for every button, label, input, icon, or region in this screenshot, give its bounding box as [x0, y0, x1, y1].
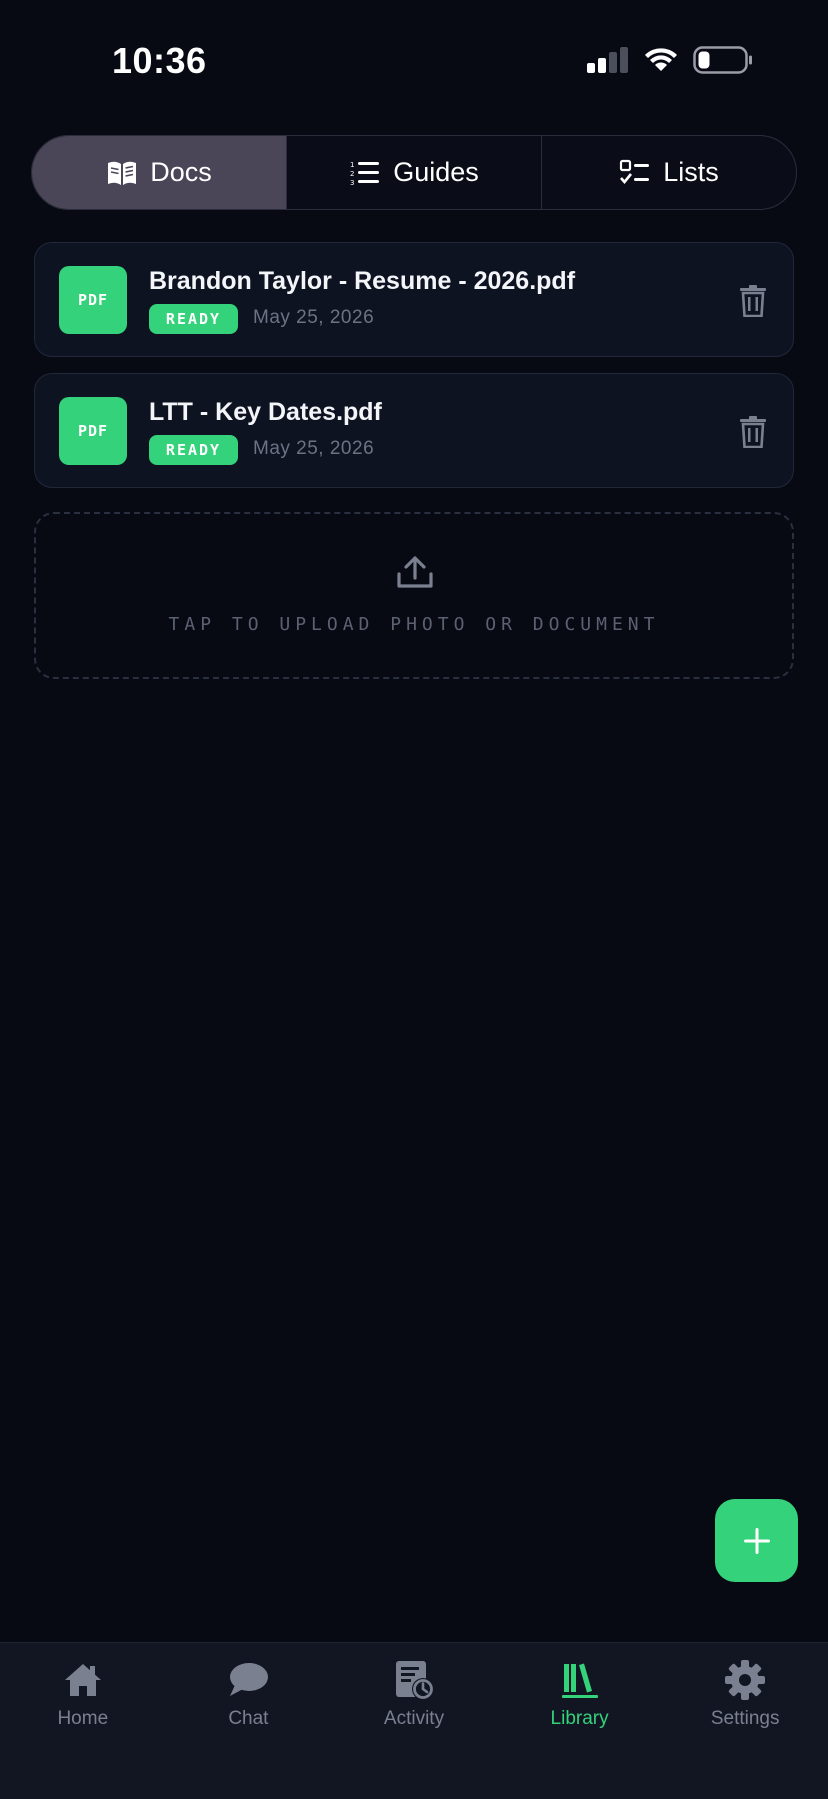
add-button[interactable] — [715, 1499, 798, 1582]
svg-text:3: 3 — [350, 179, 354, 187]
nav-activity[interactable]: Activity — [331, 1643, 497, 1799]
wifi-icon — [645, 48, 677, 71]
nav-library[interactable]: Library — [497, 1643, 663, 1799]
activity-icon — [395, 1661, 434, 1700]
bottom-navigation: Home Chat Activity Library Settings — [0, 1642, 828, 1799]
nav-home-label: Home — [57, 1708, 109, 1729]
nav-library-label: Library — [550, 1708, 609, 1729]
trash-icon[interactable] — [739, 285, 767, 317]
status-badge: READY — [149, 435, 238, 465]
document-title: LTT - Key Dates.pdf — [149, 398, 382, 426]
gear-icon — [725, 1660, 766, 1700]
nav-home[interactable]: Home — [0, 1643, 166, 1799]
pdf-file-icon: PDF — [59, 266, 127, 334]
document-card[interactable]: PDF Brandon Taylor - Resume - 2026.pdf R… — [34, 242, 794, 357]
svg-text:2: 2 — [350, 170, 354, 178]
chat-bubble-icon — [230, 1663, 269, 1696]
document-date: May 25, 2026 — [253, 438, 375, 459]
tab-docs[interactable]: Docs — [32, 136, 287, 209]
numbered-list-icon: 1 2 3 — [350, 161, 380, 187]
tab-guides[interactable]: 1 2 3 Guides — [287, 136, 542, 209]
status-time: 10:36 — [112, 40, 207, 81]
trash-icon[interactable] — [739, 416, 767, 448]
battery-icon — [693, 46, 752, 74]
tab-docs-label: Docs — [150, 157, 212, 187]
nav-settings-label: Settings — [710, 1708, 780, 1729]
pdf-file-icon: PDF — [59, 397, 127, 465]
library-tabs: Docs 1 2 3 Guides Lists — [31, 135, 797, 210]
document-date: May 25, 2026 — [253, 307, 375, 328]
home-icon — [64, 1664, 101, 1696]
cellular-signal-icon — [587, 47, 628, 73]
tab-lists-label: Lists — [663, 157, 719, 187]
nav-chat-label: Chat — [228, 1708, 269, 1729]
plus-icon — [743, 1527, 770, 1554]
document-card[interactable]: PDF LTT - Key Dates.pdf READY May 25, 20… — [34, 373, 794, 488]
library-icon — [561, 1663, 598, 1698]
upload-icon — [397, 556, 433, 588]
tab-guides-label: Guides — [393, 157, 479, 187]
tab-lists[interactable]: Lists — [542, 136, 796, 209]
svg-text:1: 1 — [350, 161, 354, 169]
nav-chat[interactable]: Chat — [166, 1643, 332, 1799]
status-bar: 10:36 — [0, 0, 828, 120]
nav-activity-label: Activity — [383, 1708, 445, 1729]
document-title: Brandon Taylor - Resume - 2026.pdf — [149, 267, 576, 295]
checklist-icon — [620, 159, 650, 184]
status-badge: READY — [149, 304, 238, 334]
nav-settings[interactable]: Settings — [662, 1643, 828, 1799]
book-open-icon — [108, 161, 137, 185]
upload-dropzone[interactable]: TAP TO UPLOAD PHOTO OR DOCUMENT — [34, 512, 794, 679]
upload-label: TAP TO UPLOAD PHOTO OR DOCUMENT — [168, 614, 660, 635]
